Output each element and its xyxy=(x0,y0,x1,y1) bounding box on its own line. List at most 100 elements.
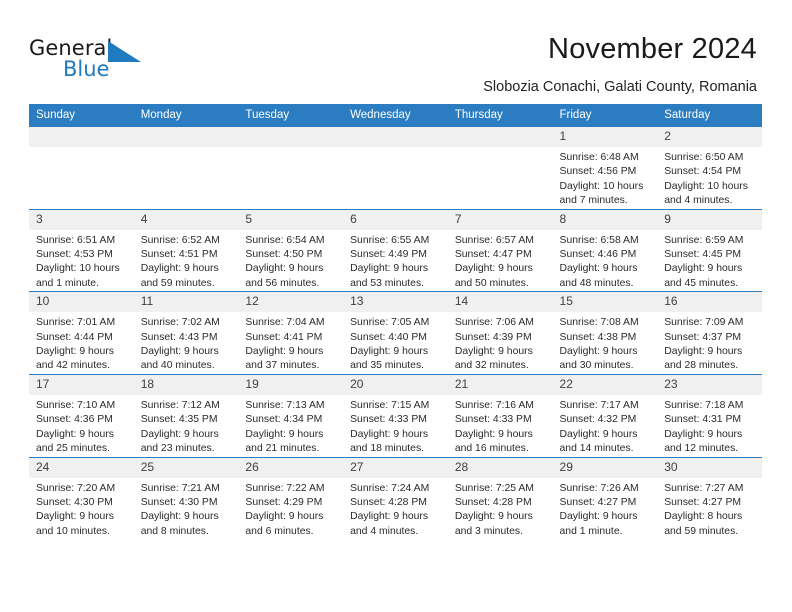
sun-info: Sunrise: 7:01 AM Sunset: 4:44 PM Daylight:… xyxy=(29,312,134,374)
daylight-text: Daylight: 9 hours and 48 minutes. xyxy=(559,263,638,289)
day-number: 11 xyxy=(133,292,239,313)
calendar-cell-empty xyxy=(29,127,134,210)
calendar-page: General Blue November 2024 Slobozia Cona… xyxy=(0,0,792,612)
calendar-day-cell[interactable]: 8 Sunrise: 6:58 AM Sunset: 4:46 PM Daylight… xyxy=(552,208,658,292)
daylight-text: Daylight: 9 hours and 30 minutes. xyxy=(559,346,638,372)
daylight-text: Daylight: 9 hours and 21 minutes. xyxy=(245,428,324,455)
calendar-day-cell[interactable]: 14 Sunrise: 7:06 AM Sunset: 4:39 PM Dayligh… xyxy=(447,291,553,375)
calendar-cell-empty xyxy=(447,127,553,210)
daylight-text: Daylight: 9 hours and 6 minutes. xyxy=(245,511,324,537)
sun-info: Sunrise: 7:20 AM Sunset: 4:30 PM Daylight:… xyxy=(29,478,134,540)
sun-info: Sunrise: 6:48 AM Sunset: 4:56 PM Daylight:… xyxy=(553,147,658,209)
calendar-day-cell[interactable]: 17 Sunrise: 7:10 AM Sunset: 4:36 PM Dayligh… xyxy=(29,373,134,457)
daylight-text: Daylight: 9 hours and 56 minutes. xyxy=(245,263,324,289)
daylight-text: Daylight: 8 hours and 59 minutes. xyxy=(664,511,743,537)
calendar-day-cell[interactable]: 28 Sunrise: 7:25 AM Sunset: 4:28 PM Dayligh… xyxy=(447,456,553,540)
sunset-text: Sunset: 4:44 PM xyxy=(36,331,113,343)
sunset-text: Sunset: 4:32 PM xyxy=(559,414,637,426)
sunrise-text: Sunrise: 7:08 AM xyxy=(559,317,639,329)
sun-info: Sunrise: 7:17 AM Sunset: 4:32 PM Daylight:… xyxy=(553,395,658,457)
sun-info: Sunrise: 7:16 AM Sunset: 4:33 PM Daylight:… xyxy=(448,395,553,457)
sunset-text: Sunset: 4:33 PM xyxy=(454,414,532,426)
calendar-day-cell[interactable]: 13 Sunrise: 7:05 AM Sunset: 4:40 PM Dayligh… xyxy=(343,291,448,375)
brand-logo[interactable]: General Blue xyxy=(29,36,209,86)
calendar-day-cell[interactable]: 6 Sunrise: 6:55 AM Sunset: 4:49 PM Daylight… xyxy=(343,208,448,292)
calendar-day-cell[interactable]: 4 Sunrise: 6:52 AM Sunset: 4:51 PM Daylight… xyxy=(133,208,239,292)
calendar-day-cell[interactable]: 30 Sunrise: 7:27 AM Sunset: 4:27 PM Dayligh… xyxy=(657,456,762,540)
calendar-day-cell[interactable]: 12 Sunrise: 7:04 AM Sunset: 4:41 PM Dayligh… xyxy=(238,291,344,375)
daylight-text: Daylight: 9 hours and 8 minutes. xyxy=(140,511,219,537)
sun-info: Sunrise: 6:58 AM Sunset: 4:46 PM Daylight:… xyxy=(553,230,658,292)
day-number: 20 xyxy=(343,374,448,395)
sun-info: Sunrise: 6:50 AM Sunset: 4:54 PM Daylight:… xyxy=(657,147,762,209)
calendar-day-cell[interactable]: 15 Sunrise: 7:08 AM Sunset: 4:38 PM Dayligh… xyxy=(552,291,658,375)
calendar-day-cell[interactable]: 27 Sunrise: 7:24 AM Sunset: 4:28 PM Dayligh… xyxy=(343,456,448,540)
calendar-day-cell[interactable]: 11 Sunrise: 7:02 AM Sunset: 4:43 PM Dayligh… xyxy=(133,291,239,375)
calendar-week-row: 1 Sunrise: 6:48 AM Sunset: 4:56 PM Daylight… xyxy=(29,127,762,210)
calendar-cell-empty xyxy=(238,127,344,210)
calendar-day-cell[interactable]: 24 Sunrise: 7:20 AM Sunset: 4:30 PM Dayligh… xyxy=(29,456,134,540)
calendar-week-row: 3 Sunrise: 6:51 AM Sunset: 4:53 PM Daylight… xyxy=(29,208,762,292)
calendar-day-cell[interactable]: 7 Sunrise: 6:57 AM Sunset: 4:47 PM Daylight… xyxy=(447,208,553,292)
daylight-text: Daylight: 9 hours and 40 minutes. xyxy=(140,346,219,372)
sunrise-text: Sunrise: 7:01 AM xyxy=(36,317,116,329)
calendar-day-cell[interactable]: 19 Sunrise: 7:13 AM Sunset: 4:34 PM Dayligh… xyxy=(238,373,344,457)
sunrise-text: Sunrise: 6:58 AM xyxy=(559,234,639,246)
sunset-text: Sunset: 4:40 PM xyxy=(350,331,427,343)
sunrise-text: Sunrise: 6:50 AM xyxy=(664,152,744,163)
sunset-text: Sunset: 4:39 PM xyxy=(454,331,532,343)
weekday-header-thursday: Thursday xyxy=(447,104,553,127)
sunrise-text: Sunrise: 7:20 AM xyxy=(36,482,116,494)
day-number xyxy=(447,127,553,147)
sunset-text: Sunset: 4:47 PM xyxy=(454,249,532,261)
sunrise-text: Sunrise: 7:02 AM xyxy=(140,317,220,329)
weekday-header-row: Sunday Monday Tuesday Wednesday Thursday… xyxy=(29,104,762,127)
calendar-day-cell[interactable]: 21 Sunrise: 7:16 AM Sunset: 4:33 PM Dayligh… xyxy=(447,373,553,457)
sunset-text: Sunset: 4:37 PM xyxy=(664,331,742,343)
sun-info: Sunrise: 7:25 AM Sunset: 4:28 PM Daylight:… xyxy=(448,478,553,540)
calendar-day-cell[interactable]: 23 Sunrise: 7:18 AM Sunset: 4:31 PM Dayligh… xyxy=(657,373,762,457)
daylight-text: Daylight: 9 hours and 23 minutes. xyxy=(140,428,219,455)
day-number: 22 xyxy=(552,374,658,395)
sunrise-text: Sunrise: 7:18 AM xyxy=(664,399,744,411)
sunrise-text: Sunrise: 6:59 AM xyxy=(664,234,744,246)
day-number: 3 xyxy=(29,209,134,230)
sunset-text: Sunset: 4:28 PM xyxy=(454,496,532,508)
day-number: 2 xyxy=(657,127,762,147)
calendar-day-cell[interactable]: 29 Sunrise: 7:26 AM Sunset: 4:27 PM Dayligh… xyxy=(552,456,658,540)
calendar-day-cell[interactable]: 22 Sunrise: 7:17 AM Sunset: 4:32 PM Dayligh… xyxy=(552,373,658,457)
calendar-day-cell[interactable]: 1 Sunrise: 6:48 AM Sunset: 4:56 PM Daylight… xyxy=(552,127,658,210)
sunrise-text: Sunrise: 7:21 AM xyxy=(140,482,220,494)
sunset-text: Sunset: 4:31 PM xyxy=(664,414,742,426)
day-number: 26 xyxy=(238,457,344,478)
calendar-day-cell[interactable]: 10 Sunrise: 7:01 AM Sunset: 4:44 PM Dayligh… xyxy=(29,291,134,375)
calendar-day-cell[interactable]: 26 Sunrise: 7:22 AM Sunset: 4:29 PM Dayligh… xyxy=(238,456,344,540)
calendar-day-cell[interactable]: 3 Sunrise: 6:51 AM Sunset: 4:53 PM Daylight… xyxy=(29,208,134,292)
calendar-day-cell[interactable]: 5 Sunrise: 6:54 AM Sunset: 4:50 PM Daylight… xyxy=(238,208,344,292)
sunset-text: Sunset: 4:30 PM xyxy=(36,496,113,508)
calendar-day-cell[interactable]: 25 Sunrise: 7:21 AM Sunset: 4:30 PM Dayligh… xyxy=(133,456,239,540)
sunrise-text: Sunrise: 6:51 AM xyxy=(36,234,116,246)
sunrise-text: Sunrise: 7:04 AM xyxy=(245,317,325,329)
day-number: 23 xyxy=(657,374,762,395)
calendar-day-cell[interactable]: 9 Sunrise: 6:59 AM Sunset: 4:45 PM Daylight… xyxy=(657,208,762,292)
calendar-day-cell[interactable]: 16 Sunrise: 7:09 AM Sunset: 4:37 PM Dayligh… xyxy=(657,291,762,375)
calendar-day-cell[interactable]: 18 Sunrise: 7:12 AM Sunset: 4:35 PM Dayligh… xyxy=(133,373,239,457)
daylight-text: Daylight: 9 hours and 53 minutes. xyxy=(350,263,429,289)
calendar-cell-empty xyxy=(133,127,239,210)
calendar-day-cell[interactable]: 20 Sunrise: 7:15 AM Sunset: 4:33 PM Dayligh… xyxy=(343,373,448,457)
sunrise-text: Sunrise: 6:52 AM xyxy=(140,234,220,246)
day-number: 18 xyxy=(133,374,239,395)
calendar-day-cell[interactable]: 2 Sunrise: 6:50 AM Sunset: 4:54 PM Daylight… xyxy=(657,127,762,210)
triangle-logo-icon xyxy=(108,41,141,62)
sun-info: Sunrise: 7:13 AM Sunset: 4:34 PM Daylight:… xyxy=(238,395,343,457)
daylight-text: Daylight: 9 hours and 16 minutes. xyxy=(454,428,533,455)
sun-info: Sunrise: 7:24 AM Sunset: 4:28 PM Daylight:… xyxy=(343,478,448,540)
sunset-text: Sunset: 4:54 PM xyxy=(664,166,742,178)
day-number: 6 xyxy=(343,209,448,230)
daylight-text: Daylight: 9 hours and 25 minutes. xyxy=(36,428,114,455)
daylight-text: Daylight: 9 hours and 50 minutes. xyxy=(454,263,533,289)
day-number: 15 xyxy=(552,292,658,313)
daylight-text: Daylight: 9 hours and 4 minutes. xyxy=(350,511,429,537)
weekday-header-monday: Monday xyxy=(133,104,239,127)
